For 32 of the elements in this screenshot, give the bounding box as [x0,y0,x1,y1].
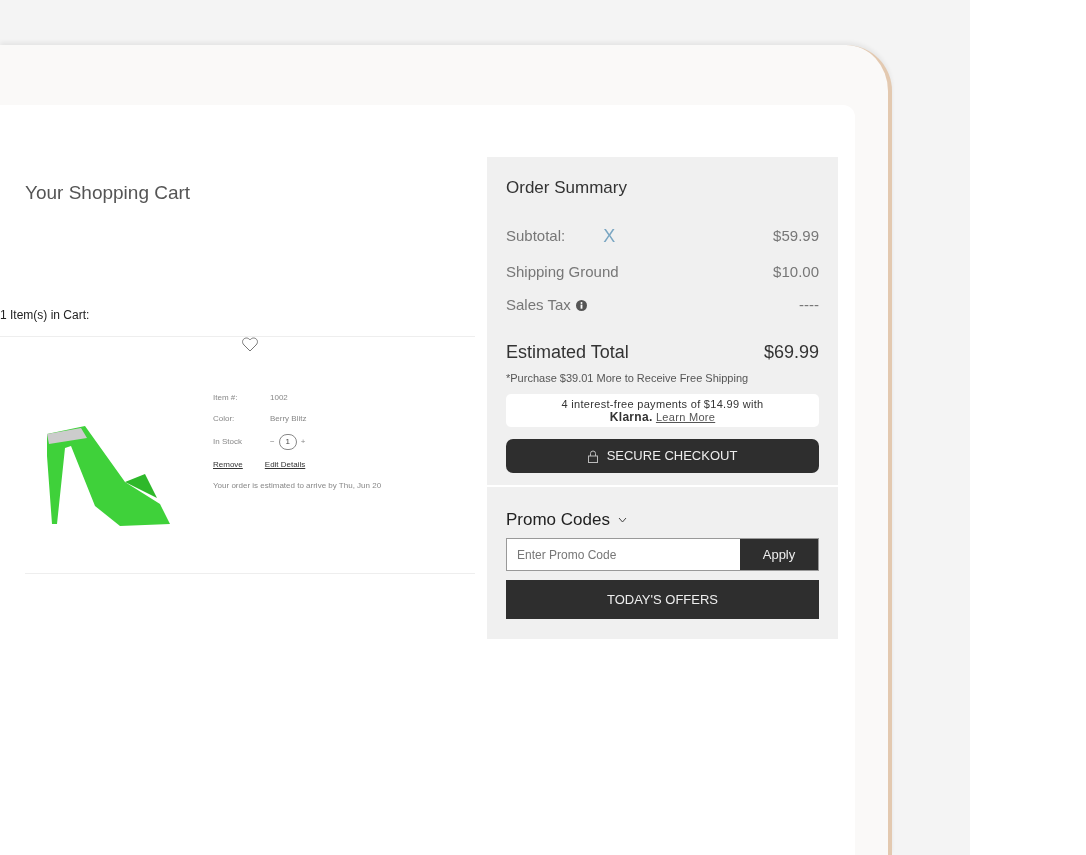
increase-button[interactable]: + [300,437,306,446]
heart-icon[interactable] [242,337,258,352]
item-count: 1 Item(s) in Cart: [0,306,475,337]
todays-offers-button[interactable]: TODAY'S OFFERS [506,580,819,620]
item-number-label: Item #: [213,392,239,404]
stock-status: In Stock [213,436,243,448]
remove-link[interactable]: Remove [213,459,243,471]
total-label: Estimated Total [506,340,629,364]
checkout-button[interactable]: SECURE CHECKOUT [506,439,819,473]
klarna-text: 4 interest-free payments of $14.99 with [560,398,765,411]
decrease-button[interactable]: − [270,437,275,446]
chevron-down-icon[interactable] [617,516,627,523]
lock-icon [587,449,598,463]
summary-label: Shipping Ground [506,261,619,282]
info-icon[interactable] [575,299,587,311]
summary-label: Sales Tax [506,295,571,315]
total-value: $69.99 [763,340,819,364]
summary-value: ---- [799,295,819,315]
item-number: 1002 [270,393,288,402]
summary-label: Subtotal: [506,225,566,246]
promo-title[interactable]: Promo Codes [506,506,610,533]
page-title: Your Shopping Cart [25,181,192,205]
color-value: Berry Blitz [270,414,307,423]
edit-details-link[interactable]: Edit Details [264,460,306,469]
delivery-estimate: Your order is estimated to arrive by Thu, Jun 20 [213,480,382,492]
color-label: Color: [213,413,236,425]
summary-value: $10.00 [773,261,819,282]
klarna-brand: Klarna. [609,409,653,424]
free-shipping-note: *Purchase $39.01 More to Receive Free Shipping [506,370,750,386]
summary-title: Order Summary [506,177,628,199]
summary-value: $59.99 [773,225,819,246]
learn-more-link[interactable]: Learn More [655,410,716,423]
